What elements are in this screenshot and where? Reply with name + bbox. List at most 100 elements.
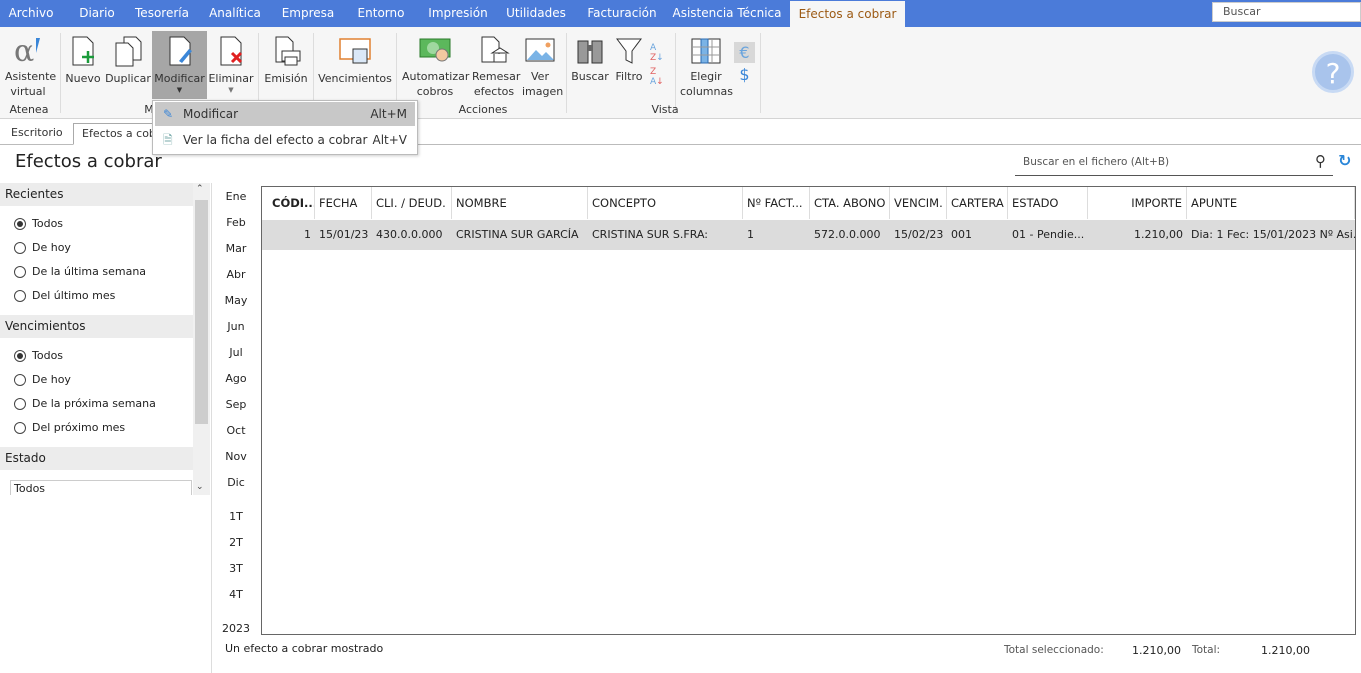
tab-entorno[interactable]: Entorno: [350, 0, 412, 27]
column-header[interactable]: APUNTE: [1187, 187, 1355, 219]
month-jul[interactable]: Jul: [218, 346, 254, 359]
column-header[interactable]: CONCEPTO: [588, 187, 743, 219]
tab-tesoreria[interactable]: Tesorería: [130, 0, 194, 27]
dollar-icon[interactable]: $: [734, 65, 755, 84]
quarter-2t[interactable]: 2T: [218, 536, 254, 549]
scroll-down-icon[interactable]: ⌄: [196, 482, 204, 492]
quarter-3t[interactable]: 3T: [218, 562, 254, 575]
ver-imagen-button[interactable]: Ver imagen: [520, 31, 564, 103]
radio-recientes-hoy[interactable]: De hoy: [14, 241, 71, 257]
estado-select[interactable]: Todos: [10, 480, 192, 495]
doc-tab-efectos-a-cobrar[interactable]: Efectos a cobr: [73, 123, 163, 145]
tab-asistencia-tecnica[interactable]: Asistencia Técnica: [672, 0, 782, 27]
month-feb[interactable]: Feb: [218, 216, 254, 229]
tab-empresa[interactable]: Empresa: [276, 0, 340, 27]
search-icon[interactable]: ⚲: [1315, 152, 1326, 170]
image-icon: [525, 38, 555, 62]
global-search-input[interactable]: Buscar: [1212, 2, 1361, 22]
column-header[interactable]: FECHA: [315, 187, 372, 219]
edit-icon: ✎: [163, 107, 174, 121]
euro-icon[interactable]: €: [734, 42, 755, 63]
tab-archivo[interactable]: Archivo: [0, 0, 62, 27]
month-nov[interactable]: Nov: [218, 450, 254, 463]
month-ago[interactable]: Ago: [218, 372, 254, 385]
tab-diario[interactable]: Diario: [66, 0, 128, 27]
month-abr[interactable]: Abr: [218, 268, 254, 281]
radio-recientes-mes[interactable]: Del último mes: [14, 289, 115, 305]
help-button[interactable]: ?: [1312, 51, 1354, 93]
buscar-button[interactable]: Buscar: [570, 31, 610, 103]
menu-bar: Archivo Diario Tesorería Analítica Empre…: [0, 0, 1361, 28]
tab-utilidades[interactable]: Utilidades: [503, 0, 569, 27]
radio-venc-semana[interactable]: De la próxima semana: [14, 397, 156, 413]
refresh-icon[interactable]: ↻: [1338, 151, 1351, 170]
radio-venc-hoy[interactable]: De hoy: [14, 373, 71, 389]
column-header[interactable]: CTA. ABONO: [810, 187, 890, 219]
total-selected-value: 1.210,00: [1132, 644, 1181, 657]
label: Ver imagen: [522, 70, 564, 98]
column-header[interactable]: CARTERA: [947, 187, 1008, 219]
column-header[interactable]: IMPORTE: [1088, 187, 1187, 219]
month-sep[interactable]: Sep: [218, 398, 254, 411]
table-cell: 15/01/23: [319, 228, 369, 241]
label: Duplicar: [105, 72, 151, 85]
table-cell: 15/02/23: [894, 228, 944, 241]
svg-text:α: α: [14, 35, 34, 65]
file-search-input[interactable]: Buscar en el fichero (Alt+B): [1015, 150, 1333, 176]
emision-button[interactable]: Emisión: [262, 31, 310, 103]
tab-efectos-a-cobrar[interactable]: Efectos a cobrar: [790, 1, 905, 28]
scrollbar-thumb[interactable]: [195, 200, 208, 424]
tab-impresion[interactable]: Impresión: [420, 0, 496, 27]
duplicar-button[interactable]: Duplicar: [104, 31, 152, 103]
group-label-atenea: Atenea: [9, 103, 49, 116]
year[interactable]: 2023: [218, 622, 254, 635]
choose-columns-icon: [691, 38, 721, 64]
month-oct[interactable]: Oct: [218, 424, 254, 437]
month-jun[interactable]: Jun: [218, 320, 254, 333]
tab-facturacion[interactable]: Facturación: [582, 0, 662, 27]
chevron-down-icon: ▼: [176, 86, 183, 94]
group-label-vista: Vista: [651, 103, 679, 116]
column-header[interactable]: CÓDI...: [262, 187, 315, 219]
asistente-virtual-button[interactable]: α Asistente virtual: [2, 31, 57, 103]
radio-recientes-semana[interactable]: De la última semana: [14, 265, 146, 281]
table-row[interactable]: 1 15/01/23 430.0.0.000 CRISTINA SUR GARCÍA C…: [262, 220, 1355, 250]
radio-venc-todos[interactable]: Todos: [14, 349, 63, 365]
modificar-button[interactable]: Modificar ▼: [152, 31, 207, 99]
menu-item-ver-ficha[interactable]: 🗎 Ver la ficha del efecto a cobrar Alt+V: [155, 128, 415, 152]
modificar-dropdown-menu: ✎ Modificar Alt+M 🗎 Ver la ficha del efecto…: [152, 100, 418, 155]
month-ene[interactable]: Ene: [218, 190, 254, 203]
quarter-1t[interactable]: 1T: [218, 510, 254, 523]
month-may[interactable]: May: [218, 294, 254, 307]
radio-recientes-todos[interactable]: Todos: [14, 217, 63, 233]
tab-analitica[interactable]: Analítica: [202, 0, 268, 27]
eliminar-button[interactable]: Eliminar ▼: [208, 31, 254, 103]
month-dic[interactable]: Dic: [218, 476, 254, 489]
binoculars-icon: [577, 40, 603, 64]
column-header[interactable]: Nº FACT...: [743, 187, 810, 219]
menu-item-modificar[interactable]: ✎ Modificar Alt+M: [155, 102, 415, 126]
column-header[interactable]: ESTADO: [1008, 187, 1088, 219]
table-cell: 001: [951, 228, 972, 241]
scroll-up-icon[interactable]: ⌃: [196, 184, 204, 194]
bank-remittance-icon: [481, 36, 510, 63]
sort-ascending-icon[interactable]: A Z↓: [650, 43, 664, 63]
sort-descending-icon[interactable]: Z A↓: [650, 67, 664, 87]
remesar-efectos-button[interactable]: Remesar efectos: [470, 31, 520, 103]
column-header[interactable]: VENCIM.: [890, 187, 947, 219]
filtro-button[interactable]: Filtro: [612, 31, 646, 103]
automatizar-cobros-button[interactable]: Automatizar cobros: [402, 31, 469, 103]
vencimientos-button[interactable]: Vencimientos: [318, 31, 392, 103]
doc-tab-escritorio[interactable]: Escritorio: [3, 123, 71, 145]
column-header[interactable]: NOMBRE: [452, 187, 588, 219]
alpha-icon: α: [14, 35, 40, 65]
radio-venc-mes[interactable]: Del próximo mes: [14, 421, 125, 437]
label: Asistente virtual: [5, 70, 57, 98]
table-cell: 1: [304, 228, 311, 241]
filter-panel: Recientes Todos De hoy De la última sema…: [0, 183, 193, 495]
nuevo-button[interactable]: Nuevo: [64, 31, 102, 103]
column-header[interactable]: CLI. / DEUD.: [372, 187, 452, 219]
month-mar[interactable]: Mar: [218, 242, 254, 255]
quarter-4t[interactable]: 4T: [218, 588, 254, 601]
elegir-columnas-button[interactable]: Elegir columnas: [680, 31, 733, 103]
